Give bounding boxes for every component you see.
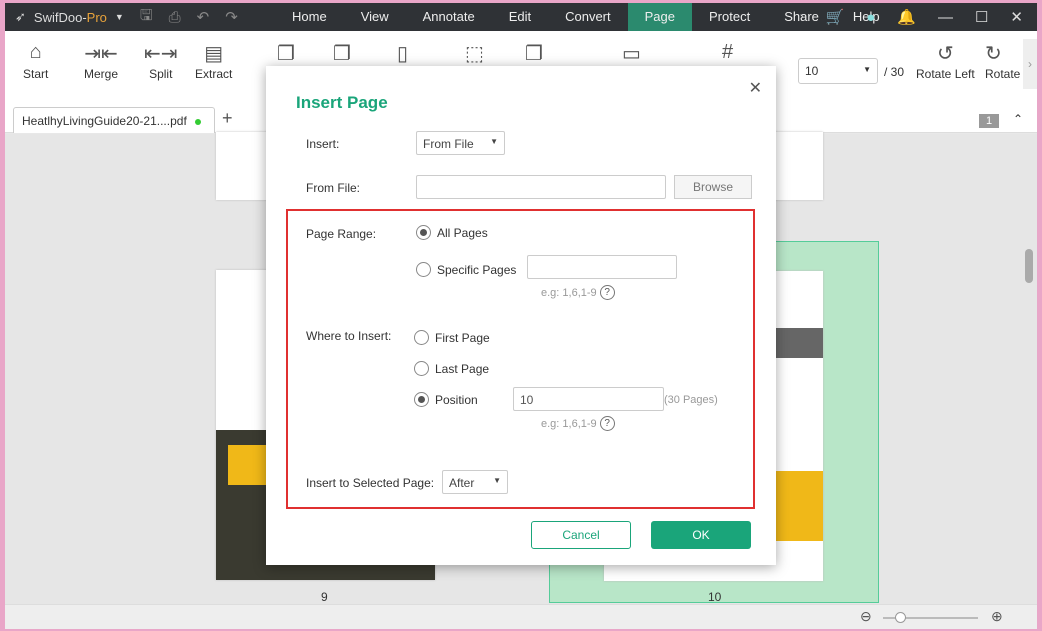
specific-pages-input[interactable] [527,255,677,279]
crop-button[interactable]: ⬚ [465,41,484,67]
insert-source-select[interactable]: From File ▼ [416,131,505,155]
title-bar: ➶ SwifDoo- Pro ▼ 🖫 ⎙ ↶ ↷ Home View Annotate… [5,3,1037,31]
radio-last-page[interactable]: Last Page [414,361,489,376]
save-icon[interactable]: 🖫 [140,5,153,30]
insert-page-icon: ❐ [277,43,295,65]
start-button[interactable]: ⌂ Start [23,41,48,81]
insert-page-dialog: Insert Page ✕ Insert: From File ▼ From Fi… [266,66,776,565]
replace-page-icon: ❐ [333,43,351,65]
chevron-down-icon: ▼ [490,137,498,146]
pages-count: (30 Pages) [664,394,718,406]
file-path-input[interactable] [416,175,666,199]
chevron-right-icon[interactable]: › [800,11,804,23]
extract-button[interactable]: ▤ Extract [195,41,232,81]
page-size-button[interactable]: ▭ [622,41,641,67]
collapse-icon[interactable]: ⌃ [1013,112,1023,126]
browse-button[interactable]: Browse [674,175,752,199]
where-to-insert-label: Where to Insert: [306,329,392,343]
vertical-scrollbar[interactable] [1025,249,1033,283]
split-icon: ⇤⇥ [144,43,178,65]
page-number-button[interactable]: # [722,41,733,67]
zoom-in-icon[interactable]: ⊕ [991,608,1003,625]
delete-page-icon: ❐ [525,43,543,65]
document-tab[interactable]: HeatlhyLivingGuide20-21....pdf [13,107,215,133]
menu-annotate[interactable]: Annotate [406,3,492,31]
page-badge: 1 [979,114,1000,128]
replace-page-button[interactable]: ❐ [333,41,351,67]
cancel-button[interactable]: Cancel [531,521,631,549]
rotate-left-icon: ↺ [936,43,954,65]
swift-icon: ➶ [15,9,26,24]
page-number-icon: # [722,41,734,63]
page-total: / 30 [884,65,905,79]
ribbon-scroll-right[interactable]: › [1023,39,1037,89]
status-bar: ⊖ ⊕ [5,604,1037,629]
page-label-9: 9 [321,590,328,604]
help-icon[interactable]: ? [599,285,615,300]
position-input[interactable]: 10 [513,387,664,411]
menu-edit[interactable]: Edit [492,3,548,31]
menu-page[interactable]: Page [627,3,692,31]
insert-page-button[interactable]: ❐ [277,41,295,67]
ok-button[interactable]: OK [651,521,751,549]
rotate-left-button[interactable]: ↺ Rotate Left [916,41,975,81]
split-button[interactable]: ⇤⇥ Split [144,41,178,81]
unsaved-dot [194,119,201,125]
page-range-label: Page Range: [306,227,377,241]
zoom-slider[interactable] [883,612,978,623]
page-layout-icon: ▯ [397,43,409,65]
maximize-icon[interactable]: ☐ [975,8,988,26]
insert-selected-label: Insert to Selected Page: [306,476,435,490]
crop-icon: ⬚ [465,43,484,65]
chevron-down-icon[interactable]: ▼ [115,12,124,22]
zoom-slider-thumb[interactable] [895,612,906,623]
delete-page-button[interactable]: ❐ [525,41,543,67]
close-icon[interactable]: ✕ [749,78,762,98]
user-icon[interactable]: ● [866,9,875,26]
menu-home[interactable]: Home [275,3,344,31]
page-label-10: 10 [708,590,722,604]
dialog-title: Insert Page [296,93,388,112]
undo-icon[interactable]: ↶ [197,8,210,26]
menu-protect[interactable]: Protect [692,3,767,31]
rotate-right-icon: ↻ [985,43,1002,65]
merge-button[interactable]: ⇥⇤ Merge [84,41,118,81]
redo-icon[interactable]: ↷ [225,8,238,26]
new-tab-icon[interactable]: + [222,108,233,129]
highlight-box [286,209,755,509]
page-layout-button[interactable]: ▯ [397,41,408,67]
hint-specific: e.g: 1,6,1-9? [541,285,615,300]
zoom-out-icon[interactable]: ⊖ [860,608,872,625]
chevron-down-icon: ▼ [493,476,501,485]
bell-icon[interactable]: 🔔 [897,8,916,26]
page-number-select[interactable]: 10 ▼ [798,58,878,84]
extract-icon: ▤ [204,43,224,65]
home-icon: ⌂ [29,41,42,63]
menu-view[interactable]: View [344,3,406,31]
before-after-select[interactable]: After ▼ [442,470,508,494]
minimize-icon[interactable]: — [938,9,953,26]
print-icon[interactable]: ⎙ [169,9,181,26]
radio-all-pages[interactable]: All Pages [416,225,488,240]
hint-position: e.g: 1,6,1-9? [541,416,615,431]
rotate-right-button[interactable]: ↻ Rotate [985,41,1025,81]
radio-position[interactable]: Position [414,392,478,407]
app-logo[interactable]: ➶ SwifDoo- Pro ▼ [15,9,124,25]
menu-convert[interactable]: Convert [548,3,628,31]
insert-label: Insert: [306,137,340,151]
chevron-down-icon: ▼ [863,65,871,74]
radio-first-page[interactable]: First Page [414,330,490,345]
from-file-label: From File: [306,181,360,195]
radio-specific-pages[interactable]: Specific Pages [416,262,516,277]
page-size-icon: ▭ [622,43,641,65]
help-icon[interactable]: ? [599,416,615,431]
close-window-icon[interactable]: ✕ [1010,8,1023,26]
merge-icon: ⇥⇤ [84,43,118,65]
cart-icon[interactable]: 🛒 [826,8,845,26]
